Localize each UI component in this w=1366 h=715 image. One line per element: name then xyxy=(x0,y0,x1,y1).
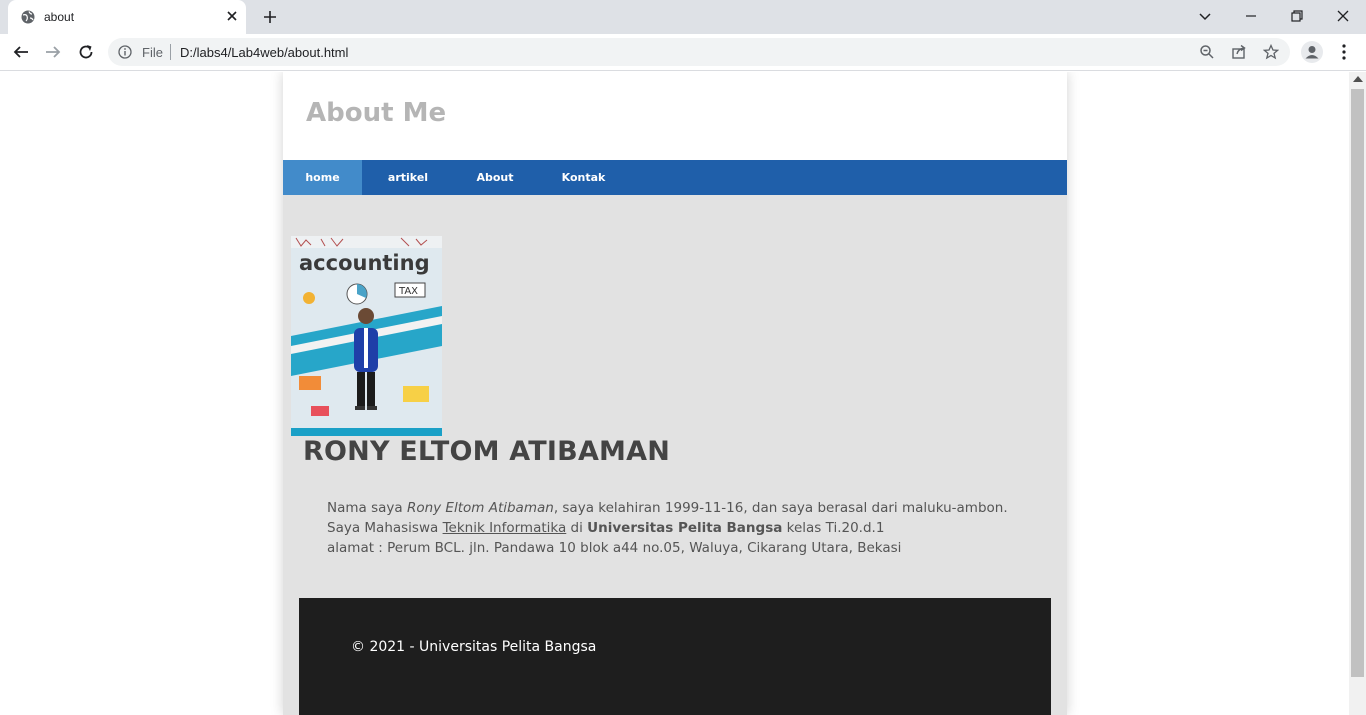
nav-item-about[interactable]: About xyxy=(454,160,536,195)
zoom-icon[interactable] xyxy=(1199,44,1215,60)
nav-item-kontak[interactable]: Kontak xyxy=(536,160,631,195)
tab-strip: about xyxy=(0,0,1366,34)
share-icon[interactable] xyxy=(1231,44,1247,60)
profile-photo: accounting TAX xyxy=(291,236,442,436)
forward-arrow-icon[interactable] xyxy=(44,43,62,61)
bio-line-2: Saya Mahasiswa Teknik Informatika di Uni… xyxy=(327,520,885,536)
profile-name: RONY ELTOM ATIBAMAN xyxy=(303,436,671,467)
major-link: Teknik Informatika xyxy=(442,520,567,536)
bio-text: Nama saya Rony Eltom Atibaman, saya kela… xyxy=(327,498,1047,558)
url-text[interactable]: D:/labs4/Lab4web/about.html xyxy=(180,45,348,60)
bookmark-star-icon[interactable] xyxy=(1263,44,1279,60)
footer-copyright: © 2021 - Universitas Pelita Bangsa xyxy=(351,639,597,655)
url-separator xyxy=(170,44,171,60)
page-container: About Me home artikel About Kontak accou… xyxy=(283,72,1067,715)
page-title: About Me xyxy=(306,98,447,128)
bio-line-3: alamat : Perum BCL. jln. Pandawa 10 blok… xyxy=(327,540,902,556)
address-bar[interactable]: File D:/labs4/Lab4web/about.html xyxy=(108,38,1290,66)
browser-toolbar: File D:/labs4/Lab4web/about.html xyxy=(0,34,1366,71)
new-tab-icon[interactable] xyxy=(262,9,278,25)
globe-icon xyxy=(21,10,35,24)
university-bold: Universitas Pelita Bangsa xyxy=(587,520,783,536)
page-scrollbar[interactable] xyxy=(1349,72,1366,715)
minimize-icon[interactable] xyxy=(1243,8,1259,24)
nav-item-artikel[interactable]: artikel xyxy=(362,160,454,195)
reload-icon[interactable] xyxy=(77,43,95,61)
profile-avatar-icon[interactable] xyxy=(1301,41,1323,63)
bio-line-1: Nama saya Rony Eltom Atibaman, saya kela… xyxy=(327,500,1008,516)
tab-search-chevron-icon[interactable] xyxy=(1197,8,1213,24)
scrollbar-thumb[interactable] xyxy=(1351,89,1364,677)
close-tab-icon[interactable] xyxy=(224,8,240,24)
site-footer: © 2021 - Universitas Pelita Bangsa xyxy=(299,598,1051,715)
browser-tab-active[interactable]: about xyxy=(8,0,246,34)
tab-title: about xyxy=(44,10,75,24)
photo-tax-text: TAX xyxy=(398,286,418,297)
url-scheme-label: File xyxy=(142,45,163,60)
site-header: About Me xyxy=(283,72,1067,160)
main-nav: home artikel About Kontak xyxy=(283,160,1067,195)
restore-icon[interactable] xyxy=(1289,8,1305,24)
back-arrow-icon[interactable] xyxy=(12,43,30,61)
scroll-up-arrow-icon[interactable] xyxy=(1353,76,1363,82)
bio-name-italic: Rony Eltom Atibaman xyxy=(406,500,554,516)
menu-kebab-icon[interactable] xyxy=(1336,43,1352,61)
nav-item-home[interactable]: home xyxy=(283,160,362,195)
photo-heading-text: accounting xyxy=(299,251,430,275)
page-viewport: About Me home artikel About Kontak accou… xyxy=(0,72,1349,715)
site-info-icon[interactable] xyxy=(118,45,132,59)
close-window-icon[interactable] xyxy=(1335,8,1351,24)
